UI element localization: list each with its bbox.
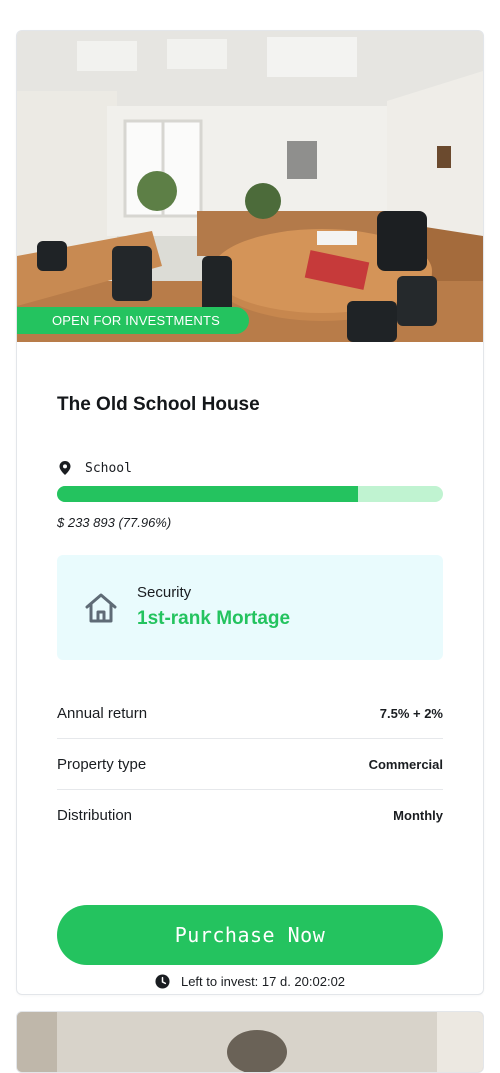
location-pin-icon [59, 461, 71, 475]
investment-countdown: Left to invest: 17 d. 20:02:02 [57, 974, 443, 989]
detail-label: Annual return [57, 704, 148, 722]
detail-row-property-type: Property type Commercial [57, 739, 443, 790]
funding-progress-fill [57, 486, 358, 502]
next-listing-card[interactable] [16, 1011, 484, 1073]
listing-title: The Old School House [57, 394, 260, 415]
purchase-now-button[interactable]: Purchase Now [57, 905, 443, 965]
detail-row-annual-return: Annual return 7.5% + 2% [57, 688, 443, 739]
status-badge: OPEN FOR INVESTMENTS [17, 307, 249, 334]
clock-icon [155, 974, 170, 989]
listing-photo[interactable] [17, 31, 483, 342]
category-label: School [85, 460, 132, 476]
classroom-photo [17, 31, 483, 342]
detail-value: Monthly [393, 807, 443, 823]
next-listing-photo [17, 1012, 483, 1072]
listing-card[interactable]: OPEN FOR INVESTMENTS The Old School Hous… [16, 30, 484, 995]
funding-progress-bar [57, 486, 443, 502]
detail-label: Property type [57, 755, 147, 773]
amount-raised: $ 233 893 (77.96%) [57, 515, 172, 530]
countdown-text: Left to invest: 17 d. 20:02:02 [180, 974, 346, 989]
security-label: Security [137, 584, 192, 601]
property-category: School [57, 460, 132, 476]
detail-value: 7.5% + 2% [379, 705, 443, 721]
detail-row-distribution: Distribution Monthly [57, 790, 443, 840]
detail-value: Commercial [368, 756, 443, 772]
security-box: Security 1st-rank Mortage [57, 555, 443, 660]
security-value: 1st-rank Mortage [137, 608, 291, 629]
detail-label: Distribution [57, 806, 133, 824]
details-list: Annual return 7.5% + 2% Property type Co… [57, 688, 443, 840]
house-icon [85, 593, 117, 623]
